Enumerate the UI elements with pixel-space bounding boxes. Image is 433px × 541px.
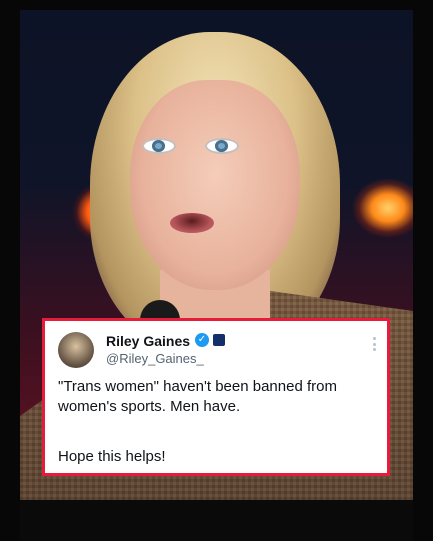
more-vertical-icon[interactable] (373, 337, 377, 351)
affiliation-badge-icon[interactable] (213, 334, 225, 346)
photo-mouth (170, 213, 214, 233)
photo-face (130, 80, 300, 290)
photo-eye-right (205, 138, 239, 154)
verified-check-icon: ✓ (195, 333, 209, 347)
video-frame: Riley Gaines ✓ @Riley_Gaines_ "Trans wom… (0, 0, 433, 541)
user-handle[interactable]: @Riley_Gaines_ (106, 351, 204, 366)
bottom-dark-strip (20, 500, 413, 541)
tweet-card[interactable]: Riley Gaines ✓ @Riley_Gaines_ "Trans wom… (42, 318, 390, 476)
tweet-text: "Trans women" haven't been banned from w… (58, 378, 337, 415)
tweet-closing-text: Hope this helps! (58, 448, 166, 465)
avatar[interactable] (58, 332, 94, 368)
photo-eye-left (142, 138, 176, 154)
display-name[interactable]: Riley Gaines (106, 333, 190, 349)
